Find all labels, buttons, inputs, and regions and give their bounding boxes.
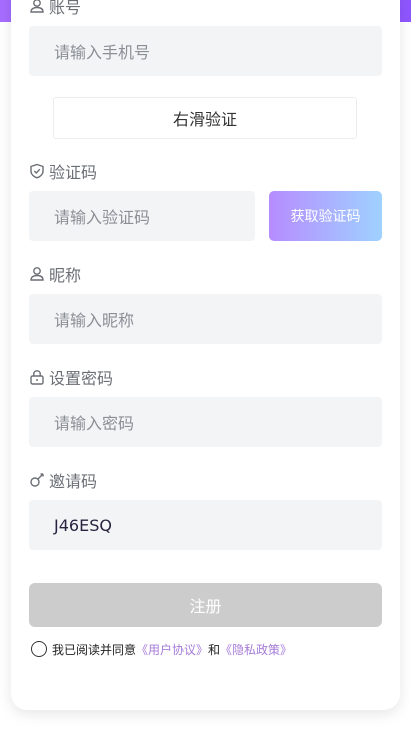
verify-code-label: 验证码 — [29, 160, 97, 182]
agreement-prefix: 我已阅读并同意 — [52, 642, 137, 657]
verify-code-placeholder: 请输入验证码 — [54, 208, 151, 227]
key-icon — [30, 473, 44, 487]
password-placeholder: 请输入密码 — [54, 414, 135, 433]
slide-verify-text: 右滑验证 — [172, 110, 237, 129]
agreement-and: 和 — [208, 642, 221, 657]
user-agreement-link[interactable]: 《用户协议》 — [136, 641, 208, 658]
get-code-button[interactable]: 获取验证码 — [269, 191, 382, 241]
password-input[interactable]: 请输入密码 — [29, 397, 382, 447]
verify-code-label-text: 验证码 — [49, 163, 98, 182]
privacy-policy-link[interactable]: 《隐私政策》 — [220, 641, 292, 658]
invite-code-input[interactable]: J46ESQ — [29, 500, 382, 550]
register-button[interactable]: 注册 — [29, 583, 382, 627]
nickname-label: 昵称 — [29, 263, 81, 285]
nickname-placeholder: 请输入昵称 — [54, 311, 135, 330]
invite-code-value: J46ESQ — [54, 515, 112, 535]
account-label-text: 账号 — [49, 0, 82, 17]
account-label: 账号 — [29, 0, 81, 17]
slide-verify-button[interactable]: 右滑验证 — [53, 97, 357, 139]
agree-radio[interactable] — [31, 641, 47, 657]
password-label-text: 设置密码 — [49, 369, 114, 388]
invite-code-label: 邀请码 — [29, 469, 97, 491]
password-label: 设置密码 — [29, 366, 113, 388]
nickname-label-text: 昵称 — [49, 266, 82, 285]
shield-icon — [30, 163, 44, 179]
lock-icon — [30, 370, 44, 385]
verify-code-input[interactable]: 请输入验证码 — [29, 191, 255, 241]
get-code-button-label: 获取验证码 — [290, 209, 361, 225]
register-button-label: 注册 — [189, 597, 222, 616]
phone-input-placeholder: 请输入手机号 — [54, 43, 151, 62]
nickname-input[interactable]: 请输入昵称 — [29, 294, 382, 344]
user-icon — [30, 267, 44, 281]
agreement-row: 我已阅读并同意 《用户协议》 和 《隐私政策》 — [31, 639, 292, 659]
phone-input[interactable]: 请输入手机号 — [29, 26, 382, 76]
invite-code-label-text: 邀请码 — [49, 472, 98, 491]
user-icon — [30, 0, 44, 13]
